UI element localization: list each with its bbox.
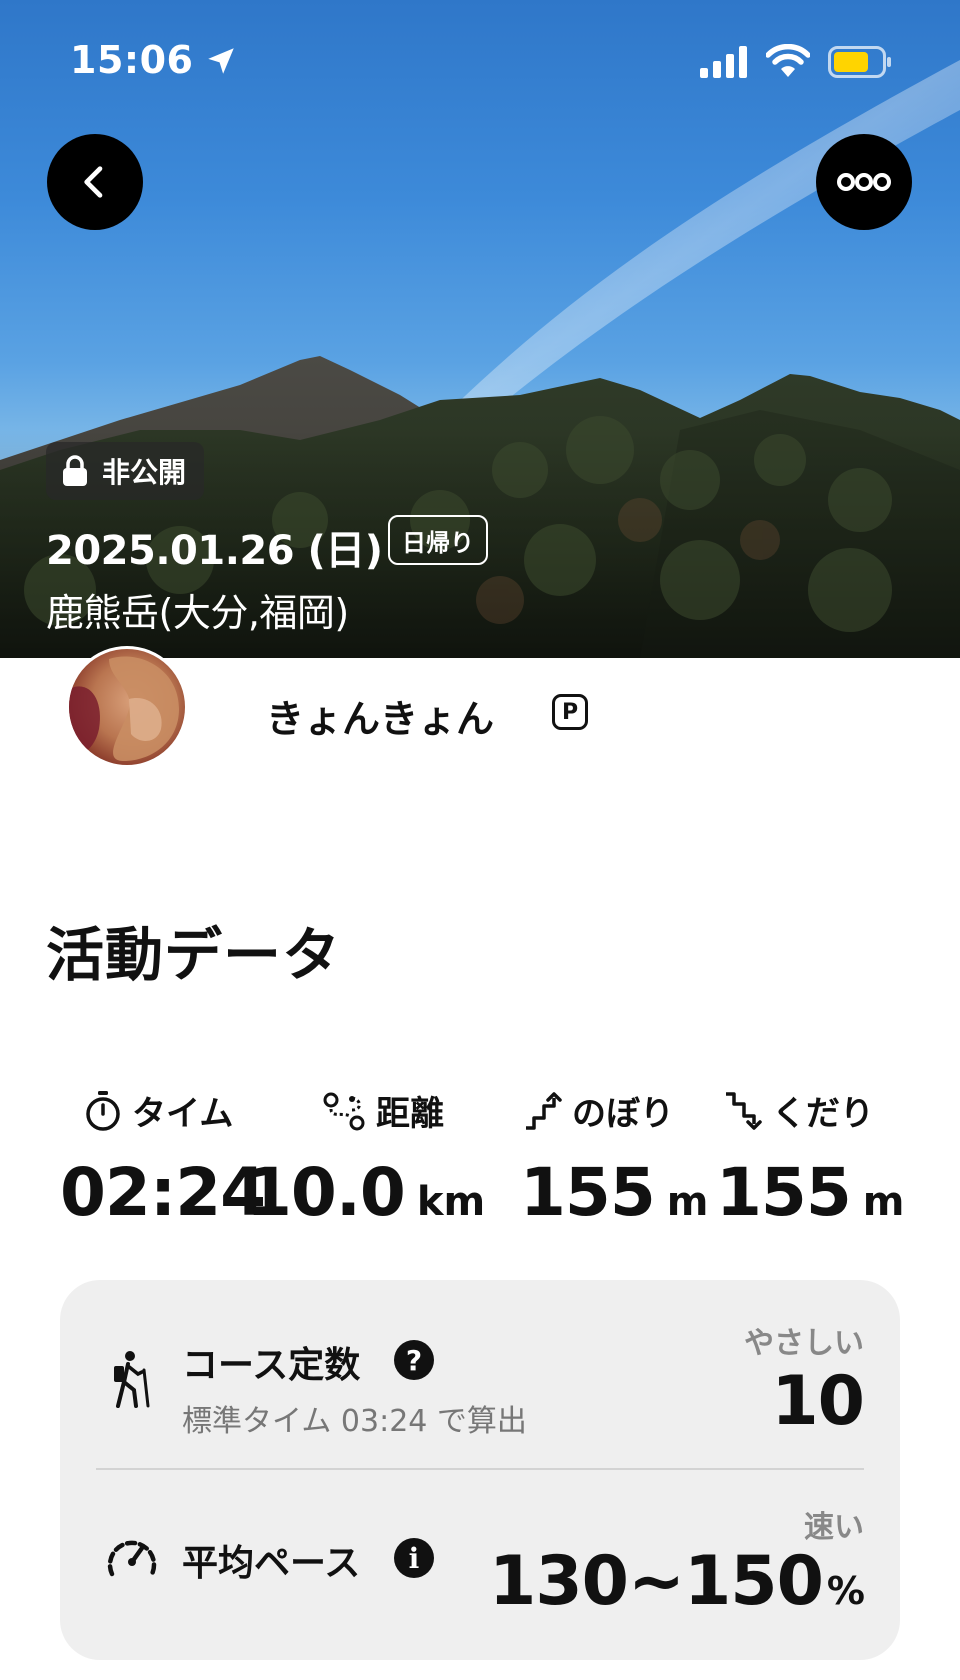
course-constant-subtitle: 標準タイム 03:24 で算出 [182, 1404, 527, 1439]
avatar[interactable] [66, 646, 188, 768]
hero-photo: 15:06 非公開 2025.01.26 (日) 日帰り 鹿熊岳(大分,福岡) [0, 0, 960, 658]
stat-descent-label: くだり [722, 1086, 874, 1135]
pace-speed-tag: 速い [804, 1510, 864, 1545]
course-constant-title: コース定数 [182, 1345, 361, 1386]
divider [96, 1468, 864, 1470]
hiker-icon [114, 1351, 150, 1408]
info-icon[interactable]: i [394, 1538, 434, 1578]
location-arrow-icon [208, 48, 234, 74]
stat-ascent-label: のぼり [522, 1086, 674, 1135]
chevron-left-icon [84, 166, 103, 198]
stat-value-number: 155 [716, 1154, 852, 1231]
visibility-label: 非公開 [102, 456, 187, 489]
trip-type-badge: 日帰り [388, 515, 488, 565]
stat-time-label: タイム [84, 1086, 233, 1135]
speedometer-icon [107, 1540, 157, 1577]
stat-descent-value: 155 m [716, 1154, 904, 1231]
stat-label-text: 距離 [376, 1094, 444, 1134]
stat-label-text: タイム [132, 1094, 234, 1134]
stat-distance-label: 距離 [322, 1086, 444, 1135]
premium-badge: P [552, 694, 588, 730]
back-button[interactable] [47, 134, 143, 230]
wifi-icon [766, 44, 810, 77]
activity-date: 2025.01.26 (日) [46, 528, 383, 574]
stat-value-unit: m [666, 1179, 709, 1225]
ellipsis-icon [837, 173, 891, 191]
stopwatch-icon [86, 1090, 120, 1131]
average-pace-value: 130~150% [489, 1542, 865, 1621]
descent-icon [726, 1091, 762, 1130]
pace-value-number: 130~150 [489, 1542, 824, 1621]
status-bar: 15:06 [0, 0, 960, 120]
help-icon[interactable]: ? [394, 1340, 434, 1380]
metrics-card: コース定数 ? 標準タイム 03:24 で算出 やさしい 10 平均ペース i … [60, 1280, 900, 1660]
pace-value-unit: % [826, 1569, 865, 1613]
section-title: 活動データ [46, 921, 342, 989]
stat-label-text: のぼり [572, 1094, 674, 1134]
mountain-name: 鹿熊岳(大分,福岡) [46, 591, 349, 635]
stat-value-number: 155 [520, 1154, 656, 1231]
battery-icon [828, 46, 891, 78]
status-time: 15:06 [70, 38, 194, 82]
visibility-badge: 非公開 [46, 442, 205, 500]
stat-distance-value: 10.0 km [246, 1154, 485, 1231]
stat-time-value: 02:24 [60, 1154, 266, 1231]
username[interactable]: きょんきょん [266, 688, 494, 743]
average-pace-title: 平均ペース [182, 1543, 361, 1584]
course-difficulty-tag: やさしい [744, 1326, 864, 1361]
route-icon [323, 1092, 365, 1130]
course-constant-value: 10 [771, 1362, 865, 1441]
stat-ascent-value: 155 m [520, 1154, 708, 1231]
ascent-icon [526, 1091, 562, 1130]
stat-value-unit: km [416, 1179, 486, 1225]
stat-label-text: くだり [772, 1094, 874, 1134]
lock-icon [63, 455, 87, 486]
more-options-button[interactable] [816, 134, 912, 230]
avatar-image [69, 656, 179, 761]
stat-value-number: 02:24 [60, 1154, 266, 1231]
stat-value-number: 10.0 [246, 1154, 406, 1231]
stat-value-unit: m [862, 1179, 905, 1225]
cellular-signal-icon [700, 46, 747, 78]
